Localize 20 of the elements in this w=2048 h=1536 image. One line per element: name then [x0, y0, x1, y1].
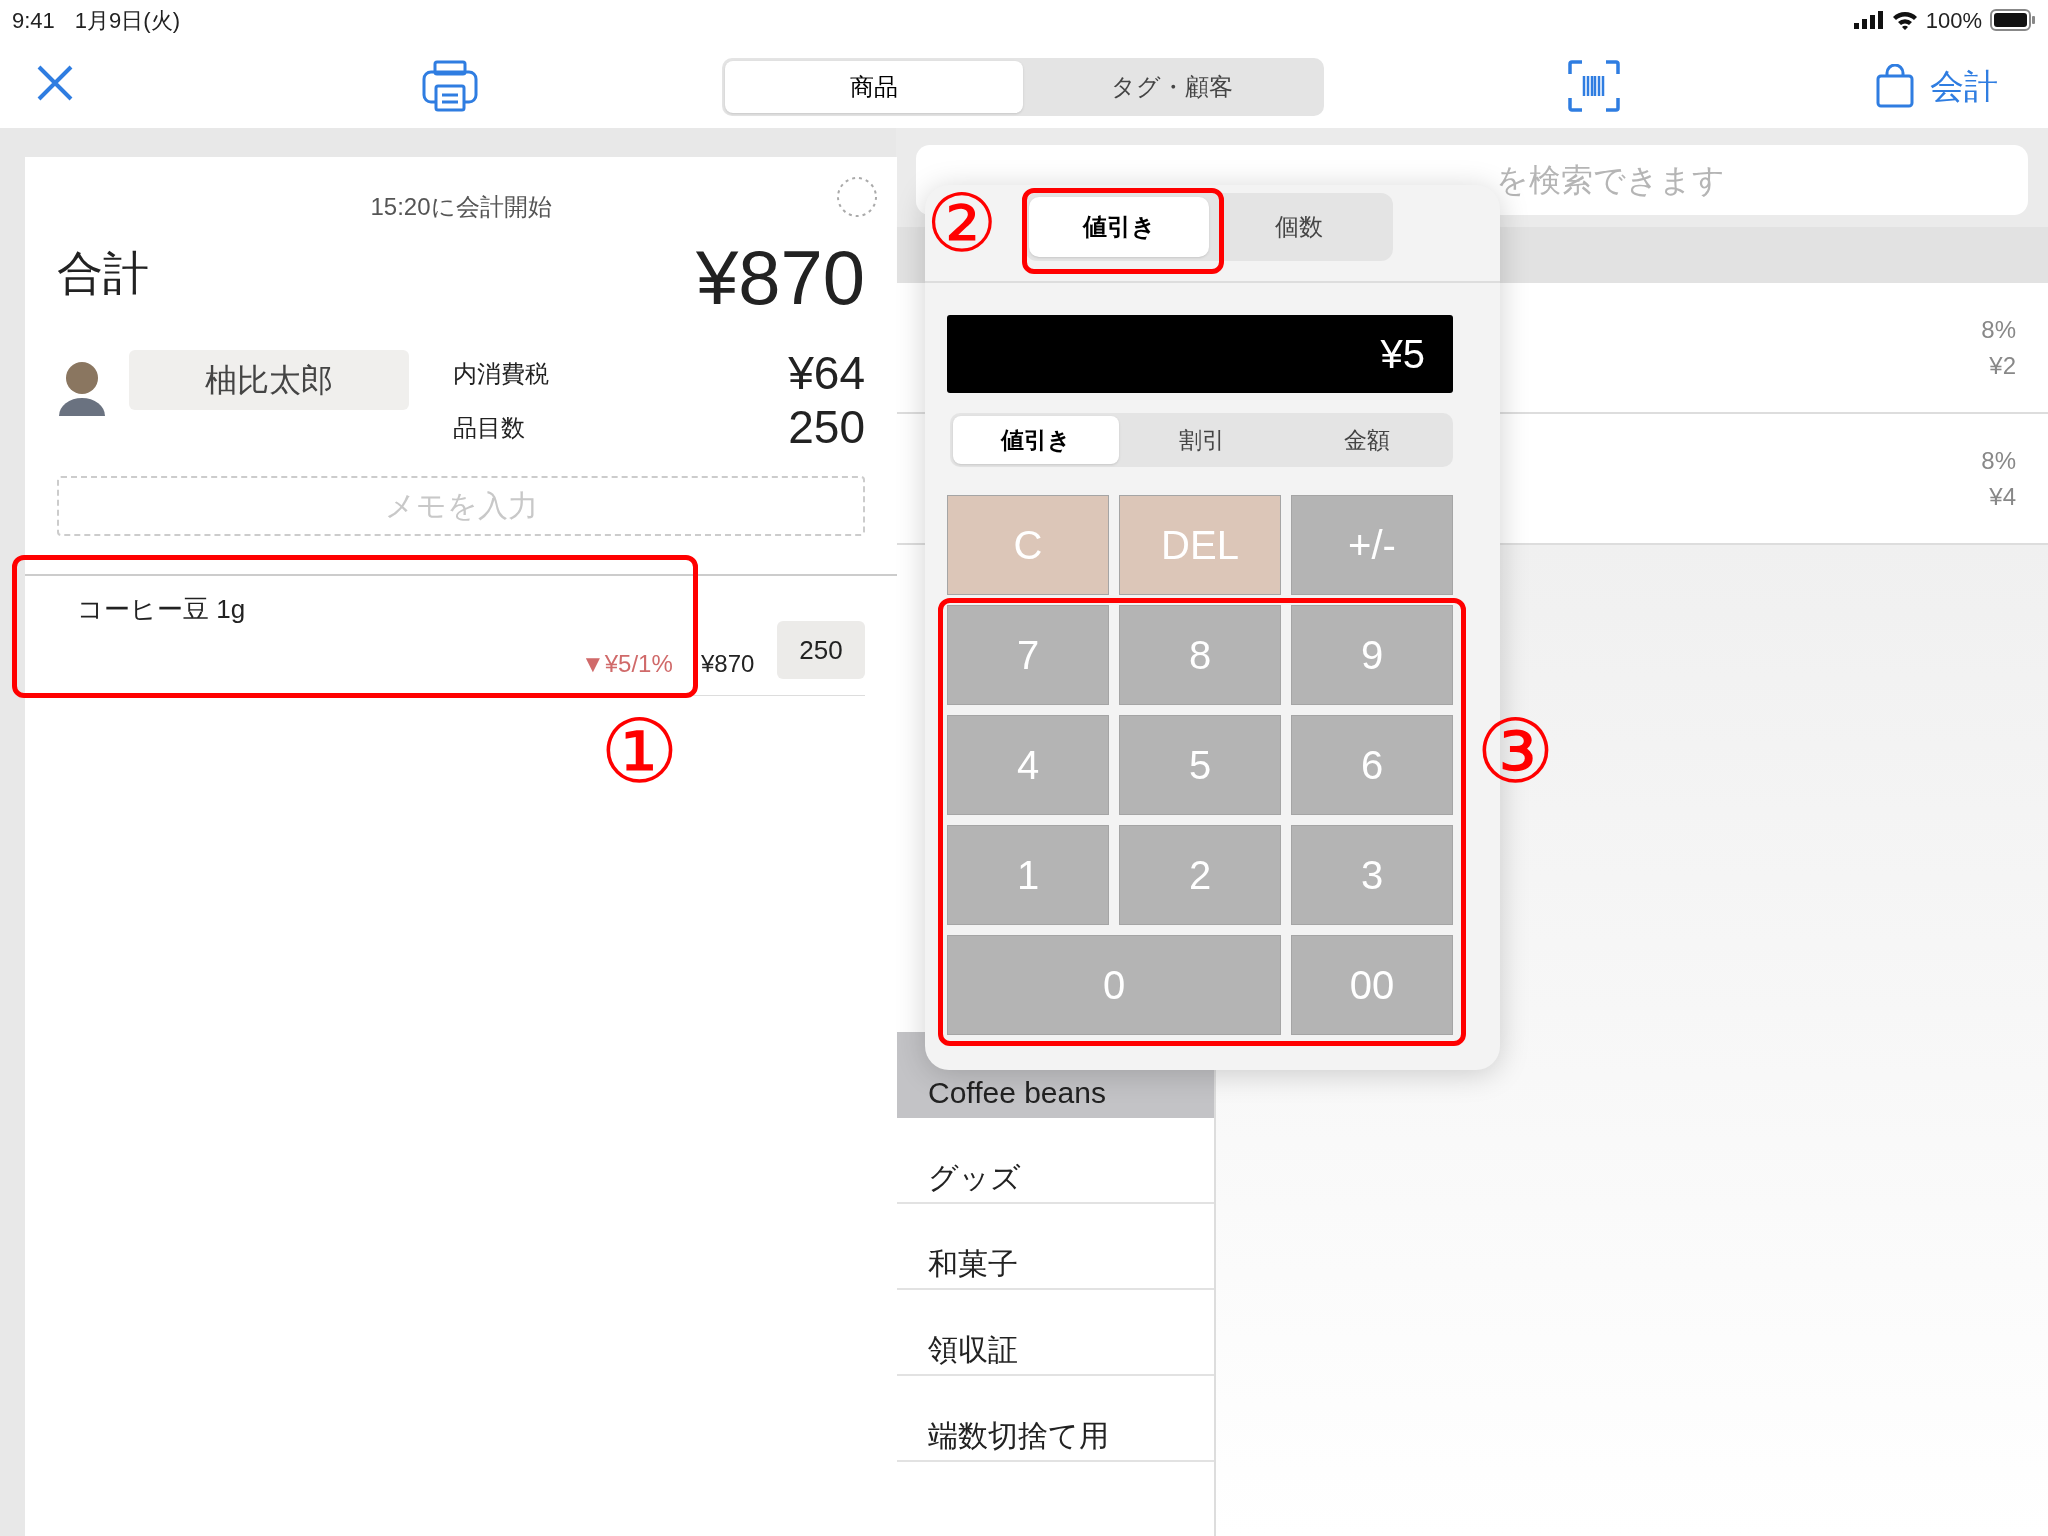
tax-rate: 8%	[1981, 445, 2016, 476]
item-name: コーヒー豆 1g	[77, 593, 246, 626]
status-date: 1月9日(火)	[74, 6, 180, 35]
item-count-label: 品目数	[453, 413, 526, 443]
total-amount: ¥870	[695, 240, 865, 316]
status-time: 9:41	[12, 6, 55, 35]
tax-rate: 8%	[1981, 314, 2016, 345]
tax-amount: ¥64	[788, 350, 865, 396]
product-price: ¥2	[1989, 350, 2016, 381]
product-price: ¥4	[1989, 481, 2016, 512]
step-number: ③	[1476, 708, 1555, 796]
item-price: ¥870	[701, 649, 755, 679]
battery-percent: 100%	[1925, 6, 1982, 35]
start-time: 15:20に会計開始	[370, 193, 552, 220]
amount-display: ¥5	[947, 315, 1453, 393]
item-discount: ▼¥5/1%	[581, 649, 673, 679]
total-label: 合計	[57, 246, 149, 301]
tax-label: 内消費税	[453, 359, 550, 389]
item-count: 250	[788, 404, 865, 450]
step-number: ①	[600, 708, 679, 796]
